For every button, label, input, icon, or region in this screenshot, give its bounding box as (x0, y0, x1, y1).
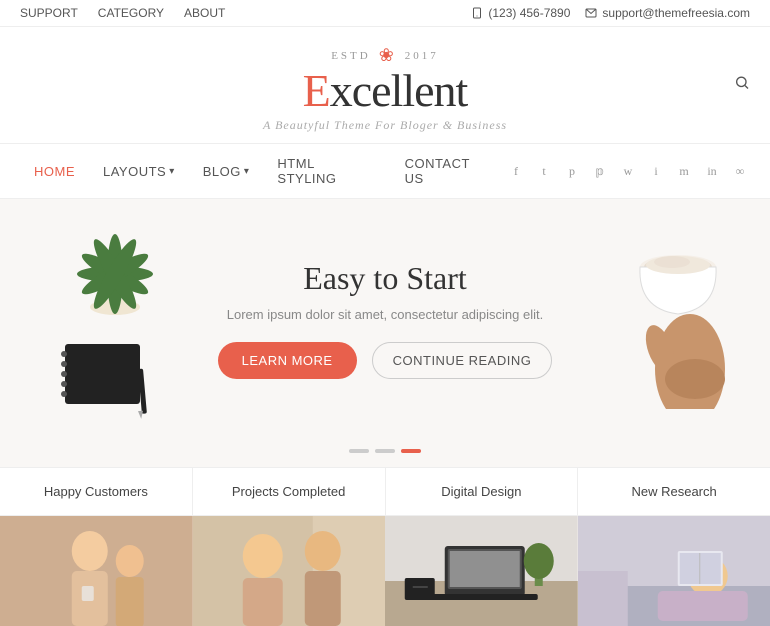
brand-estd: ESTD ❀ 2017 (0, 45, 770, 66)
notebook-svg (50, 339, 170, 419)
top-bar-links: SUPPORT CATEGORY ABOUT (20, 6, 225, 20)
stat-projects-completed: Projects Completed (193, 468, 386, 515)
link-icon[interactable]: ∞ (730, 161, 750, 181)
nav-html-styling[interactable]: HTML STYLING (263, 144, 390, 198)
medium-icon[interactable]: m (674, 161, 694, 181)
pinterest-icon[interactable]: p (562, 161, 582, 181)
nav-bar: HOME LAYOUTS ▾ BLOG ▾ HTML STYLING CONTA… (0, 143, 770, 199)
stat-digital-design: Digital Design (386, 468, 579, 515)
stat-happy-customers: Happy Customers (0, 468, 193, 515)
hero-content: Easy to Start Lorem ipsum dolor sit amet… (218, 260, 553, 379)
email-info: support@themefreesia.com (585, 6, 750, 20)
stats-bar: Happy Customers Projects Completed Digit… (0, 467, 770, 516)
flower-icon: ❀ (379, 45, 397, 66)
nav-blog[interactable]: BLOG ▾ (189, 152, 264, 191)
email-icon (585, 7, 597, 19)
category-link[interactable]: CATEGORY (98, 6, 164, 20)
hero-title: Easy to Start (218, 260, 553, 297)
photo-grid (0, 516, 770, 626)
pinterest2-icon[interactable]: 𝕡 (590, 161, 610, 181)
learn-more-button[interactable]: LEARN MORE (218, 342, 357, 379)
top-bar-contact: (123) 456-7890 support@themefreesia.com (471, 6, 750, 20)
brand-logo: Excellent (0, 68, 770, 114)
plant-svg (60, 219, 170, 319)
photo-projects-completed (193, 516, 386, 626)
search-icon[interactable] (734, 75, 750, 96)
phone-info: (123) 456-7890 (471, 6, 570, 20)
dot-2[interactable] (375, 449, 395, 453)
stat-new-research: New Research (578, 468, 770, 515)
linkedin-icon[interactable]: in (702, 161, 722, 181)
instagram-icon[interactable]: i (646, 161, 666, 181)
continue-reading-button[interactable]: CONTINUE READING (372, 342, 553, 379)
nav-contact[interactable]: CONTACT US (391, 144, 506, 198)
nav-home[interactable]: HOME (20, 152, 89, 191)
hero-description: Lorem ipsum dolor sit amet, consectetur … (218, 307, 553, 322)
hero-buttons: LEARN MORE CONTINUE READING (218, 342, 553, 379)
hero-notebook-decoration (50, 339, 170, 419)
layouts-chevron-icon: ▾ (169, 166, 175, 177)
about-link[interactable]: ABOUT (184, 6, 225, 20)
nav-links: HOME LAYOUTS ▾ BLOG ▾ HTML STYLING CONTA… (20, 144, 506, 198)
twitter-icon[interactable]: t (534, 161, 554, 181)
hero-coffee-decoration (610, 209, 740, 389)
phone-icon (471, 7, 483, 19)
brand-area: ESTD ❀ 2017 Excellent A Beautyful Theme … (0, 27, 770, 143)
hero-plant-decoration (60, 219, 170, 319)
blog-chevron-icon: ▾ (244, 166, 250, 177)
coffee-svg (610, 209, 740, 409)
support-link[interactable]: SUPPORT (20, 6, 78, 20)
nav-layouts[interactable]: LAYOUTS ▾ (89, 152, 189, 191)
whatsapp-icon[interactable]: w (618, 161, 638, 181)
photo-happy-customers (0, 516, 193, 626)
slider-dots (0, 439, 770, 467)
dot-3-active[interactable] (401, 449, 421, 453)
logo-first-letter: E (303, 65, 330, 116)
hero-section: Easy to Start Lorem ipsum dolor sit amet… (0, 199, 770, 439)
top-bar: SUPPORT CATEGORY ABOUT (123) 456-7890 su… (0, 0, 770, 27)
facebook-icon[interactable]: f (506, 161, 526, 181)
nav-social: f t p 𝕡 w i m in ∞ (506, 161, 750, 181)
brand-tagline: A Beautyful Theme For Bloger & Business (0, 118, 770, 133)
dot-1[interactable] (349, 449, 369, 453)
photo-new-research (578, 516, 770, 626)
photo-digital-design (385, 516, 578, 626)
